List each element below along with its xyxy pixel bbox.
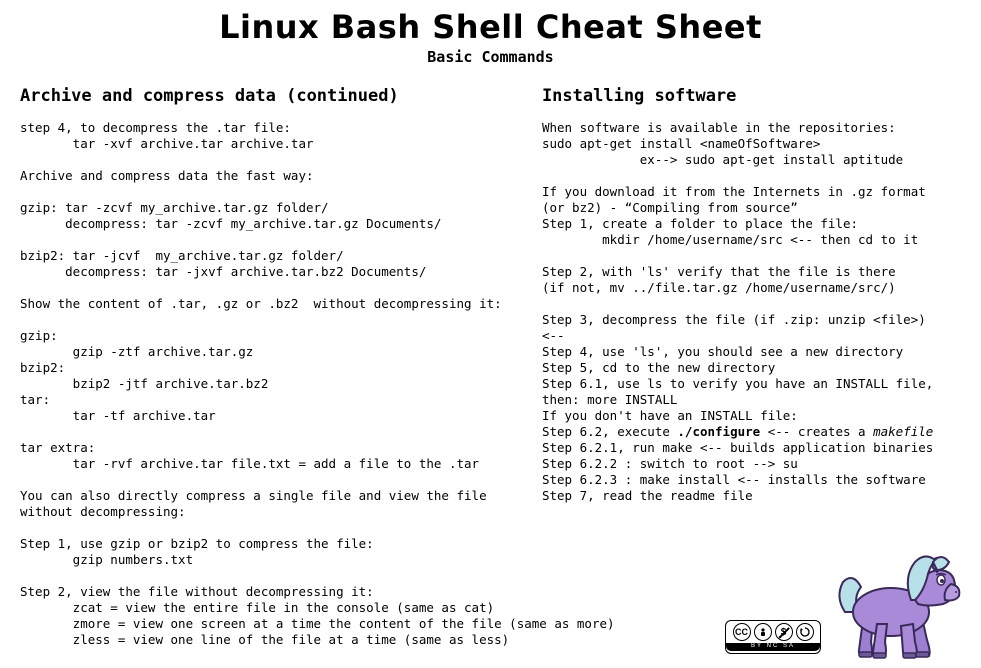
spacer	[20, 280, 512, 296]
cc-license-badge: CC $ BY NC SA	[725, 620, 821, 654]
spacer	[20, 424, 512, 440]
pony-illustration	[833, 542, 963, 662]
r5-pre: Step 6.2, execute	[542, 424, 677, 439]
spacer	[20, 152, 512, 168]
nc-icon: $	[775, 623, 793, 641]
by-icon	[754, 623, 772, 641]
right-heading: Installing software	[542, 86, 961, 106]
left-para4: bzip2: tar -jcvf my_archive.tar.gz folde…	[20, 248, 512, 280]
cc-icon: CC	[733, 623, 751, 641]
r5-bold: ./configure	[677, 424, 760, 439]
left-para1: step 4, to decompress the .tar file: tar…	[20, 120, 512, 152]
left-para6: gzip: gzip -ztf archive.tar.gz bzip2: bz…	[20, 328, 512, 424]
spacer	[542, 168, 961, 184]
spacer	[542, 296, 961, 312]
left-para10: Step 2, view the file without decompress…	[20, 584, 512, 648]
right-para4: Step 3, decompress the file (if .zip: un…	[542, 312, 961, 424]
spacer	[20, 520, 512, 536]
right-para5: Step 6.2, execute ./configure <-- create…	[542, 424, 961, 440]
right-para3: Step 2, with 'ls' verify that the file i…	[542, 264, 961, 296]
spacer	[20, 184, 512, 200]
left-para8: You can also directly compress a single …	[20, 488, 512, 520]
spacer	[20, 472, 512, 488]
page-subtitle: Basic Commands	[20, 48, 961, 66]
recycle-icon	[800, 627, 810, 637]
right-para2: If you download it from the Internets in…	[542, 184, 961, 248]
sa-icon	[796, 623, 814, 641]
right-para1: When software is available in the reposi…	[542, 120, 961, 168]
right-para6: Step 6.2.1, run make <-- builds applicat…	[542, 440, 961, 504]
cc-label: BY NC SA	[726, 643, 820, 651]
spacer	[20, 312, 512, 328]
left-para3: gzip: tar -zcvf my_archive.tar.gz folder…	[20, 200, 512, 232]
left-para9: Step 1, use gzip or bzip2 to compress th…	[20, 536, 512, 568]
spacer	[542, 248, 961, 264]
spacer	[20, 568, 512, 584]
person-icon	[758, 627, 768, 637]
r5-post: <-- creates a	[760, 424, 873, 439]
left-heading: Archive and compress data (continued)	[20, 86, 512, 106]
footer-images: CC $ BY NC SA	[725, 542, 963, 662]
left-para7: tar extra: tar -rvf archive.tar file.txt…	[20, 440, 512, 472]
left-column: Archive and compress data (continued) st…	[20, 86, 512, 648]
spacer	[20, 232, 512, 248]
page-title: Linux Bash Shell Cheat Sheet	[20, 8, 961, 46]
r5-it: makefile	[873, 424, 933, 439]
left-para2: Archive and compress data the fast way:	[20, 168, 512, 184]
left-para5: Show the content of .tar, .gz or .bz2 wi…	[20, 296, 512, 312]
cc-icons-row: CC $	[733, 623, 814, 641]
